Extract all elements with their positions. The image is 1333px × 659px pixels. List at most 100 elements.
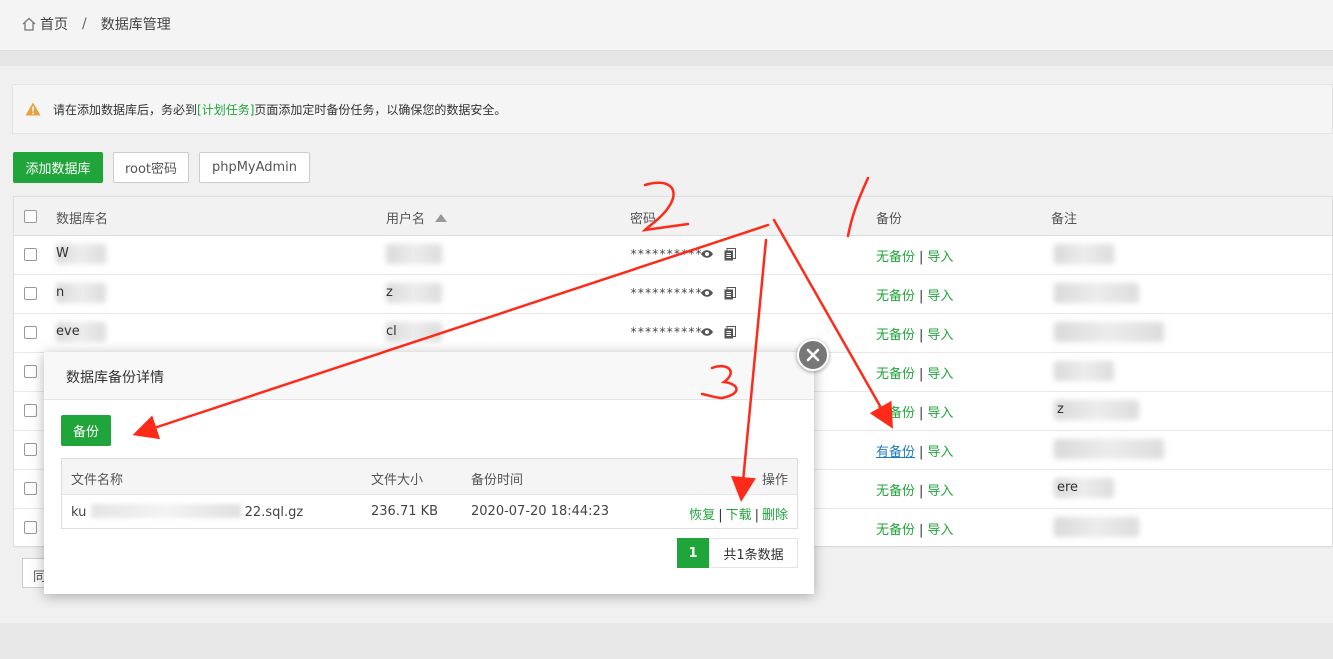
backup-cell: 无备份 | 导入 bbox=[876, 285, 953, 304]
link-separator: | bbox=[919, 484, 924, 499]
copy-password-icon[interactable] bbox=[724, 248, 736, 261]
col-header-note: 备注 bbox=[1051, 212, 1078, 227]
dialog-title: 数据库备份详情 bbox=[66, 370, 164, 386]
import-link[interactable]: 导入 bbox=[927, 289, 953, 304]
link-separator: | bbox=[919, 289, 924, 304]
copy-password-icon[interactable] bbox=[724, 287, 736, 300]
scheduled-task-link[interactable]: [计划任务] bbox=[197, 101, 254, 118]
backup-files-table: 文件名称 文件大小 备份时间 操作 ku 22.sql.gz 236.71 KB… bbox=[61, 458, 798, 529]
import-link[interactable]: 导入 bbox=[927, 445, 953, 460]
backup-filesize: 236.71 KB bbox=[371, 504, 439, 519]
filename-start: ku bbox=[71, 505, 87, 520]
row-checkbox[interactable] bbox=[24, 287, 37, 300]
backup-status-link[interactable]: 无备份 bbox=[876, 367, 915, 382]
backup-warning-alert: 请在添加数据库后，务必到 [计划任务] 页面添加定时备份任务，以确保您的数据安全… bbox=[12, 84, 1333, 134]
import-link[interactable]: 导入 bbox=[927, 406, 953, 421]
op-separator: | bbox=[718, 508, 723, 523]
backup-status-link[interactable]: 无备份 bbox=[876, 289, 915, 304]
show-password-icon[interactable] bbox=[700, 288, 714, 298]
table-row: n z ********** 无备份 | 导入 bbox=[14, 274, 1332, 314]
backup-time: 2020-07-20 18:44:23 bbox=[471, 504, 610, 519]
show-password-icon[interactable] bbox=[700, 249, 714, 259]
delete-link[interactable]: 删除 bbox=[762, 508, 788, 523]
col-header-user[interactable]: 用户名 bbox=[386, 208, 448, 227]
row-checkbox[interactable] bbox=[24, 443, 37, 456]
db-name: W bbox=[56, 246, 69, 261]
table-row: W ********** 无备份 | 导入 bbox=[14, 235, 1332, 275]
redacted-note bbox=[1054, 322, 1164, 342]
backup-filename: ku 22.sql.gz bbox=[71, 504, 303, 520]
breadcrumb-home[interactable]: 首页 bbox=[40, 14, 68, 34]
breadcrumb: 首页 / 数据库管理 bbox=[22, 14, 171, 34]
row-checkbox[interactable] bbox=[24, 326, 37, 339]
db-password: ********** bbox=[630, 286, 703, 300]
redacted-note bbox=[1054, 439, 1164, 459]
create-backup-button[interactable]: 备份 bbox=[61, 415, 111, 446]
close-dialog-button[interactable] bbox=[797, 339, 829, 371]
col-header-operations: 操作 bbox=[761, 473, 788, 488]
add-database-button[interactable]: 添加数据库 bbox=[13, 152, 103, 183]
page-current[interactable]: 1 bbox=[677, 538, 709, 568]
db-name: n bbox=[56, 285, 65, 300]
backup-status-link[interactable]: 无备份 bbox=[876, 406, 915, 421]
phpmyadmin-button[interactable]: phpMyAdmin bbox=[199, 152, 310, 183]
redacted-user bbox=[386, 283, 442, 303]
warning-icon bbox=[25, 102, 41, 116]
row-checkbox[interactable] bbox=[24, 248, 37, 261]
backup-cell: 有备份 | 导入 bbox=[876, 441, 953, 460]
backup-cell: 无备份 | 导入 bbox=[876, 480, 953, 499]
import-link[interactable]: 导入 bbox=[927, 367, 953, 382]
col-header-filename: 文件名称 bbox=[71, 473, 124, 488]
sort-up-icon[interactable] bbox=[435, 214, 448, 222]
page-total: 共1条数据 bbox=[709, 538, 798, 568]
backup-status-link[interactable]: 无备份 bbox=[876, 250, 915, 265]
col-header-user-label: 用户名 bbox=[386, 212, 426, 227]
footer-area bbox=[0, 623, 1333, 659]
redacted-user bbox=[386, 244, 442, 264]
backup-status-link[interactable]: 有备份 bbox=[876, 445, 915, 460]
db-user: z bbox=[386, 285, 393, 300]
row-checkbox[interactable] bbox=[24, 521, 37, 534]
filename-redacted bbox=[90, 504, 241, 518]
import-link[interactable]: 导入 bbox=[927, 328, 953, 343]
copy-password-icon[interactable] bbox=[724, 326, 736, 339]
db-note: z bbox=[1057, 402, 1064, 417]
col-header-name[interactable]: 数据库名 bbox=[56, 208, 108, 227]
root-password-button[interactable]: root密码 bbox=[113, 152, 189, 183]
table-header: 数据库名 用户名 密码 备份 备注 bbox=[14, 197, 1332, 236]
close-icon bbox=[806, 348, 820, 362]
link-separator: | bbox=[919, 523, 924, 538]
restore-link[interactable]: 恢复 bbox=[689, 508, 715, 523]
breadcrumb-separator: / bbox=[82, 16, 87, 32]
backup-status-link[interactable]: 无备份 bbox=[876, 328, 915, 343]
backup-status-link[interactable]: 无备份 bbox=[876, 484, 915, 499]
import-link[interactable]: 导入 bbox=[927, 250, 953, 265]
col-header-backup: 备份 bbox=[876, 212, 903, 227]
top-bar: 首页 / 数据库管理 bbox=[0, 0, 1333, 51]
table-row: eve cl ********** 无备份 | 导入 bbox=[14, 313, 1332, 353]
download-link[interactable]: 下载 bbox=[726, 508, 752, 523]
redacted-note bbox=[1054, 283, 1139, 303]
show-password-icon[interactable] bbox=[700, 327, 714, 337]
backup-table-header: 文件名称 文件大小 备份时间 操作 bbox=[62, 459, 797, 495]
col-header-filesize: 文件大小 bbox=[371, 473, 424, 488]
import-link[interactable]: 导入 bbox=[927, 523, 953, 538]
filename-end: 22.sql.gz bbox=[244, 505, 304, 520]
link-separator: | bbox=[919, 250, 924, 265]
home-icon[interactable] bbox=[22, 17, 36, 31]
backup-cell: 无备份 | 导入 bbox=[876, 324, 953, 343]
backup-status-link[interactable]: 无备份 bbox=[876, 523, 915, 538]
redacted-note bbox=[1054, 400, 1139, 420]
select-all-checkbox[interactable] bbox=[24, 210, 37, 223]
row-checkbox[interactable] bbox=[24, 365, 37, 378]
alert-text-prefix: 请在添加数据库后，务必到 bbox=[53, 102, 198, 117]
row-checkbox[interactable] bbox=[24, 404, 37, 417]
db-note: ere bbox=[1057, 480, 1079, 495]
link-separator: | bbox=[919, 328, 924, 343]
db-password: ********** bbox=[630, 247, 703, 261]
backup-cell: 无备份 | 导入 bbox=[876, 246, 953, 265]
import-link[interactable]: 导入 bbox=[927, 484, 953, 499]
col-header-backup-time: 备份时间 bbox=[471, 473, 524, 488]
db-name: eve bbox=[56, 324, 80, 339]
row-checkbox[interactable] bbox=[24, 482, 37, 495]
